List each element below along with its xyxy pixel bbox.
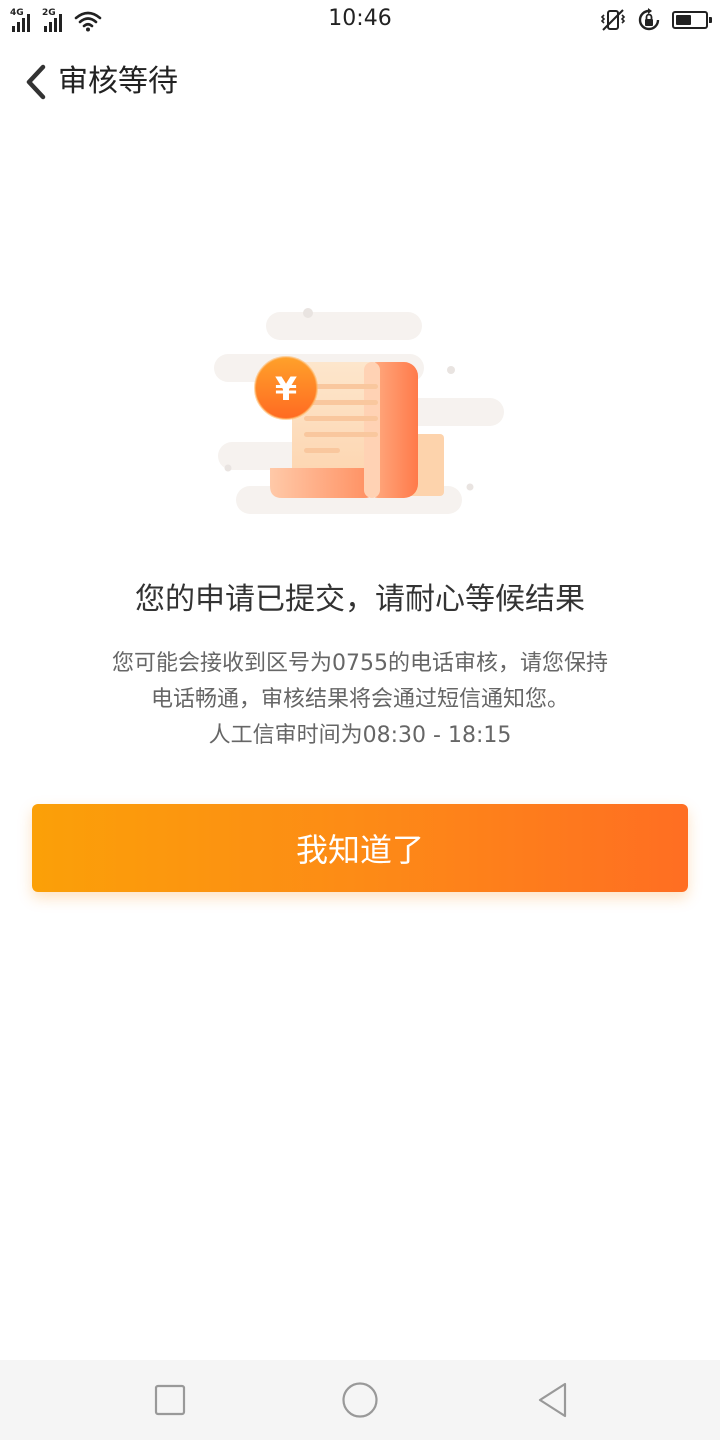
confirm-button[interactable]: 我知道了 [32, 804, 688, 892]
rotation-lock-icon [638, 8, 660, 31]
circle-home-icon [342, 1382, 378, 1418]
square-recent-icon [154, 1384, 186, 1416]
chevron-left-icon [26, 64, 46, 100]
status-right [600, 7, 712, 33]
screen: 4G 2G 10:46 审核等待 ¥ 您的申请已提交，请耐心等候结果 您可能会接… [0, 0, 720, 1440]
review-description: 您可能会接收到区号为0755的电话审核，请您保持 电话畅通，审核结果将会通过短信… [60, 646, 660, 754]
home-button[interactable] [340, 1380, 380, 1420]
recent-apps-button[interactable] [150, 1380, 190, 1420]
vibrate-icon [600, 9, 626, 31]
description-line-3: 人工信审时间为08:30 - 18:15 [208, 723, 512, 748]
description-line-1: 您可能会接收到区号为0755的电话审核，请您保持 [112, 651, 608, 676]
system-back-button[interactable] [533, 1380, 573, 1420]
coin-symbol: ¥ [275, 370, 297, 408]
description-line-2: 电话畅通，审核结果将会通过短信通知您。 [150, 687, 569, 712]
system-nav-bar [0, 1360, 720, 1440]
page-title: 审核等待 [58, 64, 178, 99]
battery-icon [672, 11, 712, 29]
app-header: 审核等待 [0, 40, 720, 124]
submission-message: 您的申请已提交，请耐心等候结果 [135, 582, 585, 617]
back-button[interactable] [16, 60, 56, 104]
receipt-scroll-icon: ¥ [214, 308, 504, 514]
status-bar: 4G 2G 10:46 [0, 0, 720, 40]
triangle-back-icon [538, 1382, 567, 1418]
